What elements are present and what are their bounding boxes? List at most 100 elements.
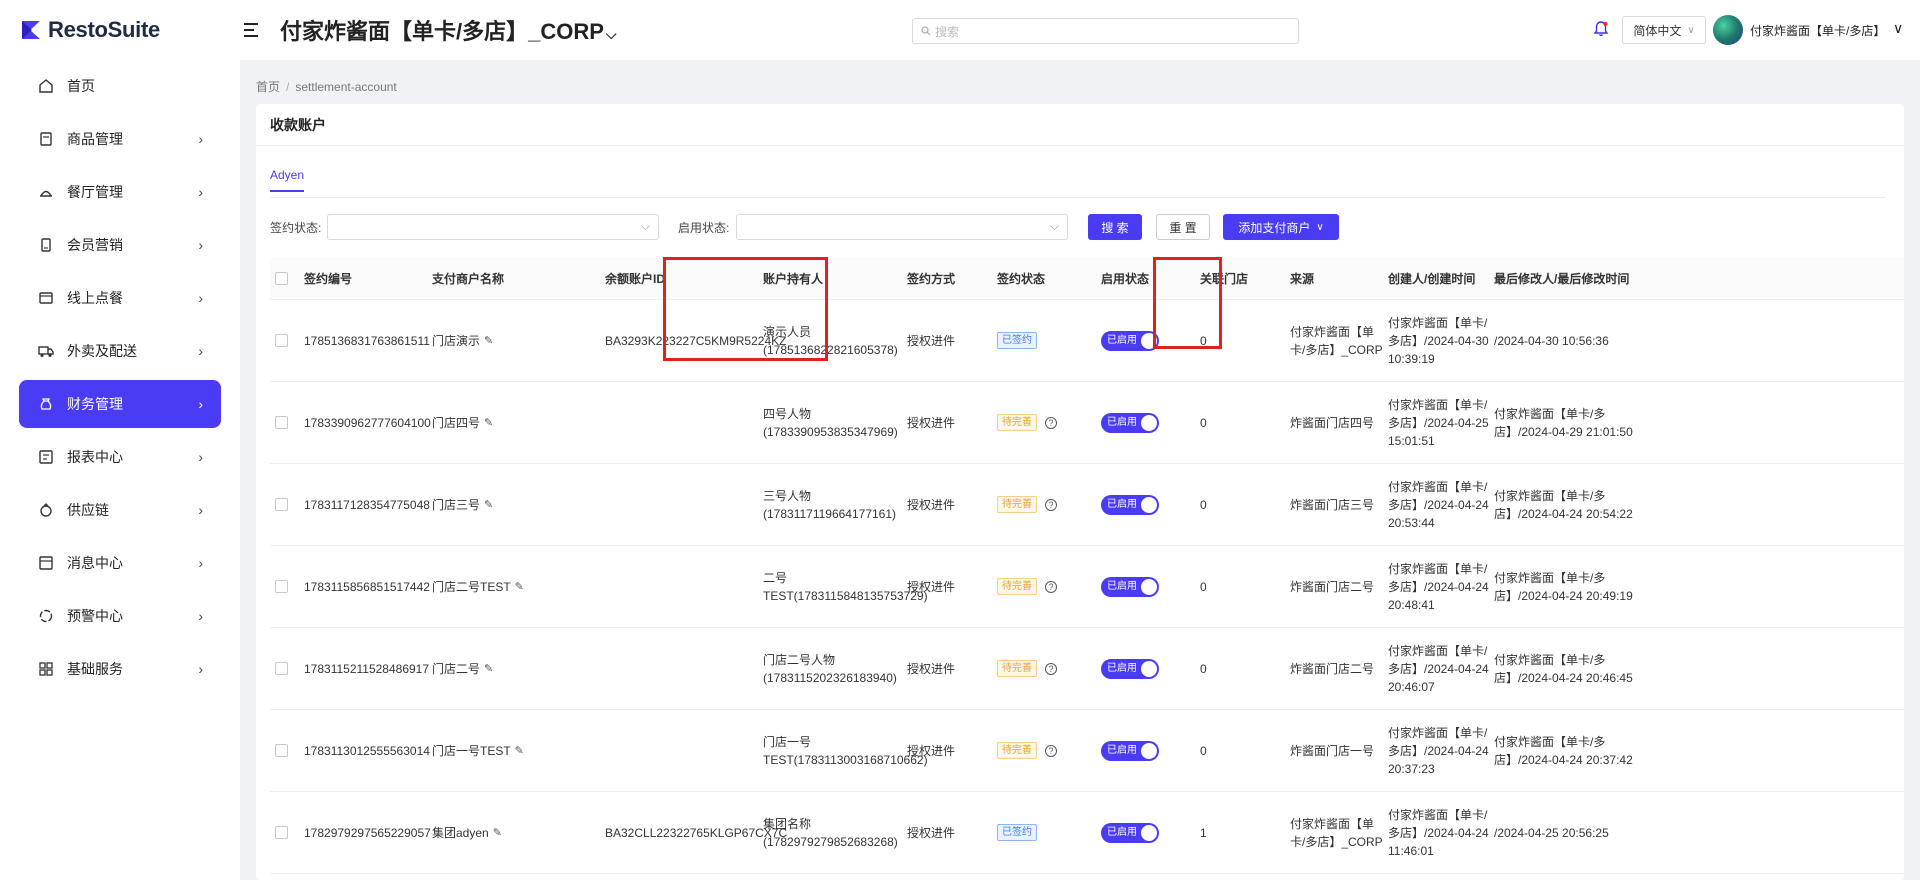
sign-status-select[interactable]: ⌵ — [327, 214, 659, 240]
sidebar-item[interactable]: 消息中心 › — [19, 539, 221, 587]
help-icon[interactable]: ? — [1045, 744, 1057, 757]
search-button[interactable]: 搜 索 — [1088, 214, 1142, 240]
edit-icon[interactable]: ✎ — [484, 332, 493, 350]
source: 炸酱面门店二号 — [1290, 546, 1374, 627]
sidebar-item-label: 报表中心 — [67, 449, 123, 465]
edit-icon[interactable]: ✎ — [484, 660, 493, 678]
table-row[interactable]: 1783113012555563014 门店一号TEST ✎ 门店一号 TEST(178… — [270, 710, 1904, 792]
help-icon[interactable]: ? — [1045, 416, 1057, 429]
row-checkbox[interactable] — [275, 334, 288, 347]
sidebar-item[interactable]: 餐厅管理 › — [19, 168, 221, 216]
enable-status-cell: 已启用 — [1101, 300, 1159, 381]
created-line: 多店】/2024-04-24 — [1388, 825, 1489, 840]
top-header: 付家炸酱面【单卡/多店】_CORP ⌵ 搜索 简体中文 ∨ 付家炸酱面【单卡/多店】… — [240, 0, 1920, 60]
linked-stores: 0 — [1200, 497, 1207, 512]
logo-text: RestoSuite — [48, 17, 160, 42]
product-icon — [37, 130, 55, 148]
search-input[interactable]: 搜索 — [912, 18, 1299, 44]
table-row[interactable]: 1783115211528486917 门店二号 ✎ 门店二号人物 (178311520… — [270, 628, 1904, 710]
table-row[interactable]: 1783117128354775048 门店三号 ✎ 三号人物 (17831171196… — [270, 464, 1904, 546]
linked-stores: 1 — [1200, 825, 1207, 840]
sign-method: 授权进件 — [907, 825, 956, 840]
table-row[interactable]: 1783115856851517442 门店二号TEST ✎ 二号 TEST(17831… — [270, 546, 1904, 628]
user-name[interactable]: 付家炸酱面【单卡/多店】 — [1750, 22, 1885, 39]
sign-status-cell: 待完善? — [997, 628, 1057, 709]
modifier-time: 付家炸酱面【单卡/多 店】/2024-04-24 20:37:42 — [1494, 710, 1633, 791]
chevron-right-icon: › — [198, 449, 203, 465]
modified-line: 付家炸酱面【单卡/多 — [1494, 488, 1606, 503]
org-title-text: 付家炸酱面【单卡/多店】_CORP — [280, 19, 604, 44]
select-all-checkbox[interactable] — [275, 272, 288, 285]
chevron-down-icon[interactable]: ∨ — [1893, 20, 1903, 37]
language-select[interactable]: 简体中文 ∨ — [1622, 16, 1706, 44]
sidebar-item-label: 财务管理 — [67, 396, 123, 412]
row-checkbox[interactable] — [275, 580, 288, 593]
sidebar-item[interactable]: 供应链 › — [19, 486, 221, 534]
toggle-knob — [1141, 824, 1157, 841]
edit-icon[interactable]: ✎ — [484, 496, 493, 514]
holder-line: 三号人物 — [763, 488, 812, 503]
bell-icon[interactable] — [1592, 20, 1610, 38]
sidebar-item[interactable]: 商品管理 › — [19, 115, 221, 163]
enable-toggle[interactable]: 已启用 — [1101, 412, 1159, 433]
sign-id: 1783390962777604100 — [304, 415, 431, 430]
linked-stores: 0 — [1200, 743, 1207, 758]
edit-icon[interactable]: ✎ — [484, 414, 493, 432]
breadcrumb-home[interactable]: 首页 — [256, 80, 280, 94]
help-icon[interactable]: ? — [1045, 580, 1057, 593]
reset-button[interactable]: 重 置 — [1156, 214, 1210, 240]
sidebar-item[interactable]: 外卖及配送 › — [19, 327, 221, 375]
chevron-down-icon: ∨ — [1687, 24, 1695, 36]
row-checkbox[interactable] — [275, 744, 288, 757]
sidebar-item-label: 消息中心 — [67, 555, 123, 571]
row-checkbox[interactable] — [275, 662, 288, 675]
search-icon — [921, 26, 931, 36]
edit-icon[interactable]: ✎ — [493, 824, 502, 842]
enable-status-cell: 已启用 — [1101, 710, 1159, 791]
help-icon[interactable]: ? — [1045, 662, 1057, 675]
source: 炸酱面门店四号 — [1290, 382, 1374, 463]
row-checkbox[interactable] — [275, 498, 288, 511]
sidebar-item[interactable]: 报表中心 › — [19, 433, 221, 481]
merchant-name: 集团adyen — [432, 825, 489, 840]
source-line: 卡/多店】_CORP — [1290, 834, 1383, 849]
sidebar-item[interactable]: 预警中心 › — [19, 592, 221, 640]
enable-toggle[interactable]: 已启用 — [1101, 740, 1159, 761]
edit-icon[interactable]: ✎ — [515, 742, 524, 760]
table-row[interactable]: 1785136831763861511 门店演示 ✎ BA3293K223227C5K… — [270, 300, 1904, 382]
created-line: 多店】/2024-04-25 — [1388, 415, 1489, 430]
linked-stores: 0 — [1200, 415, 1207, 430]
logo[interactable]: RestoSuite — [0, 0, 240, 60]
row-checkbox[interactable] — [275, 826, 288, 839]
enable-toggle[interactable]: 已启用 — [1101, 330, 1159, 351]
menu-toggle-icon[interactable] — [244, 20, 264, 40]
add-merchant-button[interactable]: 添加支付商户 ∨ — [1223, 214, 1339, 240]
sidebar-item[interactable]: 会员营销 › — [19, 221, 221, 269]
modifier-time: 付家炸酱面【单卡/多 店】/2024-04-24 20:46:45 — [1494, 628, 1633, 709]
table-row[interactable]: 1783390962777604100 门店四号 ✎ 四号人物 (17833909538… — [270, 382, 1904, 464]
sidebar-item[interactable]: 线上点餐 › — [19, 274, 221, 322]
modifier-time: /2024-04-30 10:56:36 — [1494, 300, 1609, 381]
enable-toggle[interactable]: 已启用 — [1101, 658, 1159, 679]
org-title[interactable]: 付家炸酱面【单卡/多店】_CORP ⌵ — [280, 14, 617, 46]
enable-toggle[interactable]: 已启用 — [1101, 576, 1159, 597]
sign-method: 授权进件 — [907, 579, 956, 594]
table-row[interactable]: 1782979297565229057 集团adyen ✎ BA32CLL223227… — [270, 792, 1904, 874]
enable-status-select[interactable]: ⌵ — [736, 214, 1068, 240]
sidebar-item[interactable]: 基础服务 › — [19, 645, 221, 693]
column-header: 来源 — [1290, 271, 1315, 286]
row-checkbox[interactable] — [275, 416, 288, 429]
breadcrumb-separator: / — [286, 80, 290, 94]
avatar[interactable] — [1713, 15, 1743, 45]
sidebar-item[interactable]: 首页 — [19, 62, 221, 110]
toggle-knob — [1141, 578, 1157, 595]
enable-toggle[interactable]: 已启用 — [1101, 494, 1159, 515]
enable-toggle[interactable]: 已启用 — [1101, 822, 1159, 843]
holder-line: (1785136822821605378) — [763, 342, 898, 357]
sidebar-item[interactable]: 财务管理 › — [19, 380, 221, 428]
created-line: 付家炸酱面【单卡/ — [1388, 643, 1488, 658]
edit-icon[interactable]: ✎ — [515, 578, 524, 596]
toggle-label: 已启用 — [1107, 498, 1137, 510]
help-icon[interactable]: ? — [1045, 498, 1057, 511]
tab-adyen[interactable]: Adyen — [270, 168, 305, 192]
